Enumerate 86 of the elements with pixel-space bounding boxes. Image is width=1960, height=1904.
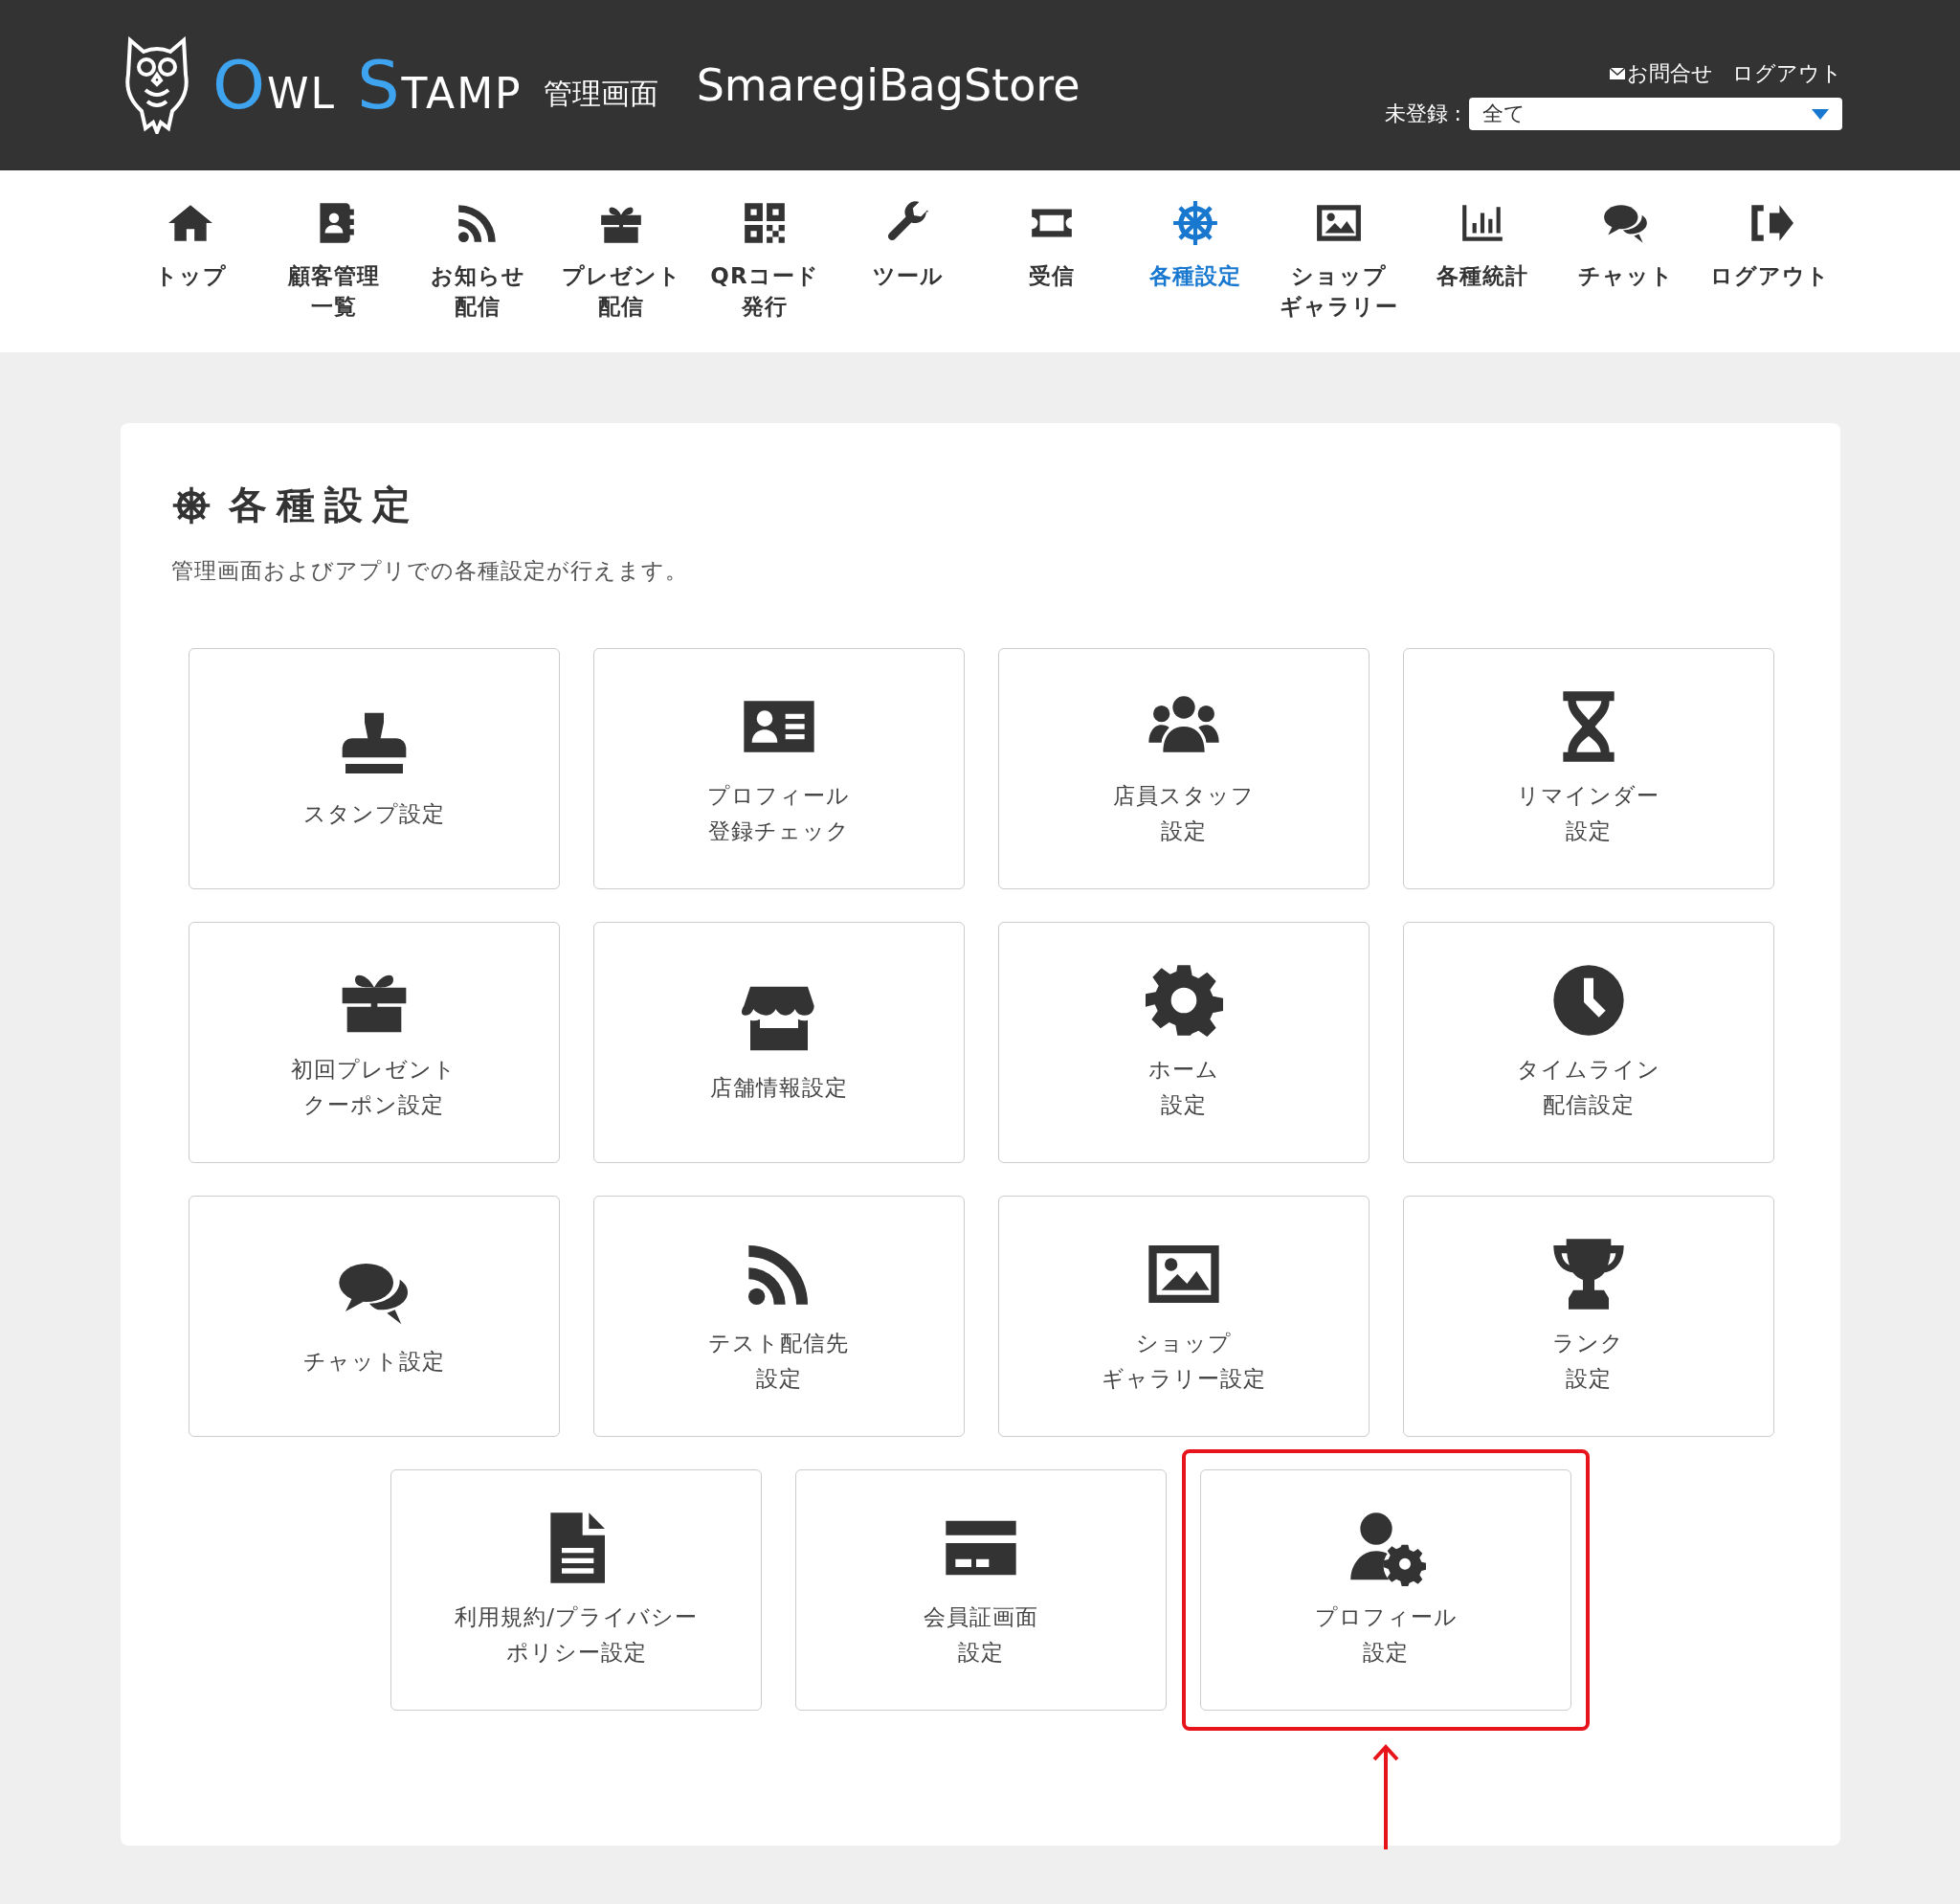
settings-tile[interactable]: 店員スタッフ 設定 [997,648,1370,889]
ship-wheel-icon [170,484,212,526]
tile-label: ホーム [1147,1056,1219,1085]
ship-wheel-icon [1171,199,1219,247]
tile-label: 店員スタッフ [1112,782,1255,811]
tile-label: 設定 [1160,1091,1207,1119]
nav-label: 各種統計 [1437,262,1528,290]
tile-label: プロフィール [707,782,850,811]
tile-label: ショップ [1135,1330,1232,1358]
tile-label: プロフィール [1314,1603,1458,1632]
tile-label: 設定 [958,1639,1004,1667]
nav-item[interactable]: ショップ ギャラリー [1267,199,1411,352]
logo-text: OWL STAMP [212,46,523,124]
caret-icon [1812,108,1829,120]
tile-label: クーポン設定 [303,1091,444,1119]
tile-label: ランク [1552,1330,1624,1358]
logo-subtitle: 管理画面 [543,75,658,112]
tile-label: 店舗情報設定 [709,1073,848,1102]
tile-label: ポリシー設定 [505,1639,647,1667]
filter-dropdown[interactable]: 全て [1469,98,1842,130]
filter-label: 未登録 : [1384,101,1461,127]
store-name: SmaregiBagStore [696,59,1080,111]
nav-label: 顧客管理 [288,262,380,290]
nav-item[interactable]: お知らせ 配信 [406,199,549,352]
tile-label: 設定 [1160,818,1207,845]
settings-tile[interactable]: ランク 設定 [1402,1196,1774,1437]
settings-tile[interactable]: ホーム 設定 [997,922,1370,1163]
logout-link[interactable]: ログアウト [1732,59,1842,88]
nav-label: トップ [154,262,227,290]
settings-tile[interactable]: タイムライン 配信設定 [1402,922,1774,1163]
settings-tile[interactable]: チャット設定 [188,1196,560,1437]
tile-label: 初回プレゼント [291,1056,457,1085]
nav-label: チャット [1578,262,1674,290]
tile-label: 利用規約/プライバシー [455,1603,698,1632]
owl-logo-icon [122,36,191,134]
tile-label: スタンプ設定 [302,799,445,828]
nav-item[interactable]: 顧客管理 一覧 [262,199,406,352]
tile-label: 登録チェック [707,818,850,845]
settings-tile[interactable]: プロフィール 設定 [1200,1469,1571,1711]
nav-label: ギャラリー [1280,293,1398,322]
nav-label: お知らせ [430,262,525,290]
tile-label: テスト配信先 [708,1330,849,1358]
settings-tile[interactable]: プロフィール 登録チェック [592,648,965,889]
tile-label: チャット設定 [302,1347,445,1376]
nav-label: QRコード [710,262,819,290]
tile-label: 設定 [1565,818,1612,845]
settings-tile[interactable]: 初回プレゼント クーポン設定 [188,922,560,1163]
nav-label: プレゼント [561,262,681,290]
tile-label: ギャラリー設定 [1101,1365,1266,1393]
nav-label: ツール [873,262,944,290]
settings-tile[interactable]: ショップ ギャラリー設定 [997,1196,1370,1437]
nav-item[interactable]: QRコード 発行 [693,199,836,352]
settings-tile[interactable]: 会員証画面 設定 [795,1469,1167,1711]
nav-item[interactable]: 各種統計 [1411,199,1554,352]
settings-tile[interactable]: リマインダー 設定 [1402,648,1774,889]
nav-item[interactable]: ツール [836,199,980,352]
page-description: 管理画面およびアプリでの各種設定が行えます。 [170,557,689,585]
page-title: 各種設定 [228,482,420,528]
tile-label: 設定 [755,1365,802,1393]
nav-item[interactable]: ログアウト [1698,199,1841,352]
settings-tile[interactable]: スタンプ設定 [188,648,560,889]
nav-label: 受信 [1029,262,1075,290]
nav-label: ショップ [1291,262,1387,290]
tile-label: 配信設定 [1542,1091,1635,1119]
tile-label: リマインダー [1517,782,1659,811]
nav-label: 各種設定 [1149,262,1241,290]
nav-label: 一覧 [311,293,357,322]
envelope-icon [1610,68,1625,79]
settings-tile[interactable]: 利用規約/プライバシー ポリシー設定 [390,1469,762,1711]
tile-label: 設定 [1363,1639,1409,1667]
tile-label: 会員証画面 [924,1603,1038,1632]
tile-label: タイムライン [1516,1056,1660,1085]
nav-label: 配信 [455,293,501,322]
settings-tile[interactable]: テスト配信先 設定 [592,1196,965,1437]
tile-label: 設定 [1565,1365,1612,1393]
settings-tile[interactable]: 店舗情報設定 [592,922,965,1163]
nav-label: 配信 [598,293,644,322]
nav-item[interactable]: チャット [1554,199,1698,352]
nav-item[interactable]: トップ [119,199,262,352]
nav-item[interactable]: 各種設定 [1124,199,1267,352]
nav-item[interactable]: 受信 [980,199,1124,352]
nav-label: ログアウト [1709,262,1830,290]
settings-icon [1143,962,1224,1040]
contact-link[interactable]: お問合せ [1610,59,1713,88]
nav-item[interactable]: プレゼント 配信 [549,199,693,352]
nav-label: 発行 [742,293,788,322]
